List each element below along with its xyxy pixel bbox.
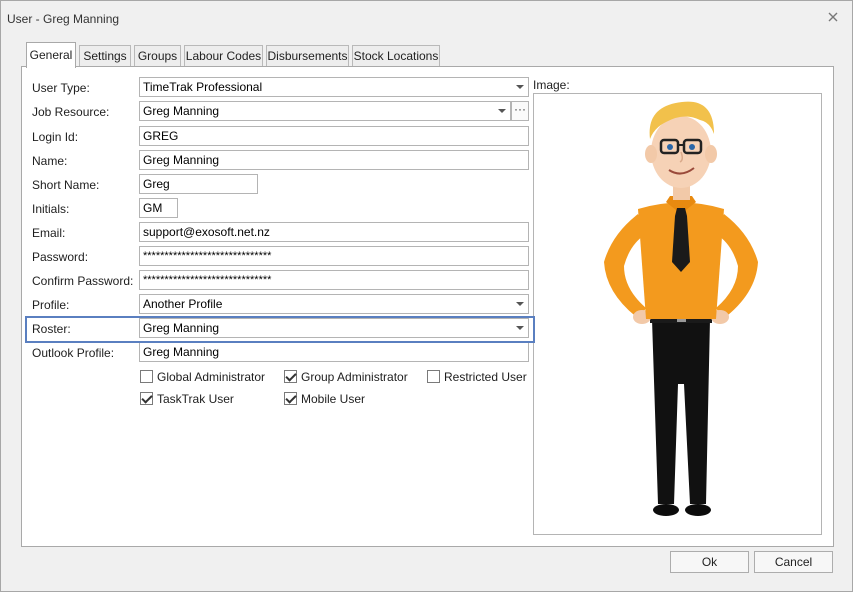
- close-icon[interactable]: [826, 10, 840, 24]
- chevron-down-icon[interactable]: [493, 102, 510, 120]
- tab-disbursements[interactable]: Disbursements: [266, 45, 349, 67]
- user-type-label: User Type:: [32, 81, 90, 95]
- image-label: Image:: [533, 78, 570, 92]
- user-type-value: TimeTrak Professional: [143, 80, 263, 94]
- initials-input[interactable]: GM: [139, 198, 178, 218]
- roster-label: Roster:: [32, 322, 71, 336]
- tab-groups[interactable]: Groups: [134, 45, 181, 67]
- login-id-label: Login Id:: [32, 130, 79, 144]
- mobile-user-label: Mobile User: [301, 392, 366, 406]
- outlook-profile-label: Outlook Profile:: [32, 346, 115, 360]
- short-name-input[interactable]: Greg: [139, 174, 258, 194]
- profile-select[interactable]: Another Profile: [139, 294, 529, 314]
- name-label: Name:: [32, 154, 68, 168]
- outlook-profile-input[interactable]: Greg Manning: [139, 342, 529, 362]
- roster-select[interactable]: Greg Manning: [139, 318, 529, 338]
- tasktrak-user-label: TaskTrak User: [157, 392, 234, 406]
- group-admin-label: Group Administrator: [301, 370, 408, 384]
- profile-value: Another Profile: [143, 297, 223, 311]
- tab-stock-locations[interactable]: Stock Locations: [352, 45, 440, 67]
- chevron-down-icon[interactable]: [511, 319, 528, 337]
- title-bar: User - Greg Manning: [1, 1, 852, 35]
- job-resource-browse-button[interactable]: ···: [511, 101, 529, 121]
- roster-value: Greg Manning: [143, 321, 220, 335]
- group-admin-checkbox[interactable]: [284, 370, 297, 383]
- cartoon-man-illustration: [604, 101, 758, 516]
- confirm-password-label: Confirm Password:: [32, 274, 134, 288]
- user-type-select[interactable]: TimeTrak Professional: [139, 77, 529, 97]
- global-admin-label: Global Administrator: [157, 370, 266, 384]
- chevron-down-icon[interactable]: [511, 295, 528, 313]
- restricted-user-label: Restricted User: [444, 370, 527, 384]
- job-resource-label: Job Resource:: [32, 105, 110, 119]
- ok-button[interactable]: Ok: [670, 551, 749, 573]
- name-input[interactable]: Greg Manning: [139, 150, 529, 170]
- profile-label: Profile:: [32, 298, 70, 312]
- confirm-password-input[interactable]: ******************************: [139, 270, 529, 290]
- cancel-button[interactable]: Cancel: [754, 551, 833, 573]
- initials-label: Initials:: [32, 202, 70, 216]
- job-resource-value: Greg Manning: [143, 104, 220, 118]
- email-input[interactable]: support@exosoft.net.nz: [139, 222, 529, 242]
- tab-settings[interactable]: Settings: [79, 45, 131, 67]
- email-label: Email:: [32, 226, 66, 240]
- password-label: Password:: [32, 250, 89, 264]
- user-dialog-window: User - Greg Manning General Settings Gro…: [0, 0, 853, 592]
- window-title: User - Greg Manning: [7, 12, 120, 26]
- user-image[interactable]: [533, 93, 822, 535]
- password-input[interactable]: ******************************: [139, 246, 529, 266]
- tab-labour-codes[interactable]: Labour Codes: [184, 45, 263, 67]
- mobile-user-checkbox[interactable]: [284, 392, 297, 405]
- job-resource-select[interactable]: Greg Manning: [139, 101, 511, 121]
- short-name-label: Short Name:: [32, 178, 100, 192]
- chevron-down-icon[interactable]: [511, 78, 528, 96]
- tasktrak-user-checkbox[interactable]: [140, 392, 153, 405]
- restricted-user-checkbox[interactable]: [427, 370, 440, 383]
- login-id-input[interactable]: GREG: [139, 126, 529, 146]
- tab-general[interactable]: General: [26, 42, 76, 68]
- global-admin-checkbox[interactable]: [140, 370, 153, 383]
